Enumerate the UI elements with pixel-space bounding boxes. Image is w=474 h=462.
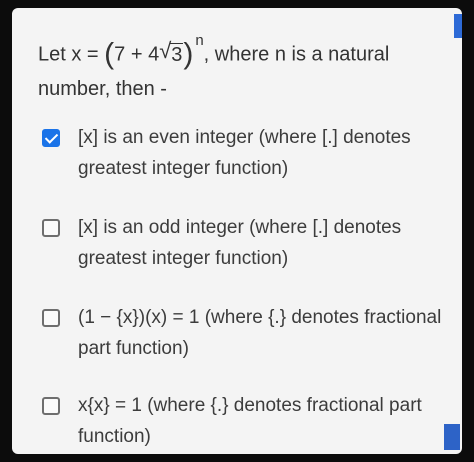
checkbox-empty-icon[interactable] [42, 219, 60, 237]
radicand: 3 [170, 42, 184, 66]
option-2[interactable]: [x] is an odd integer (where [.] denotes… [42, 212, 454, 274]
math-term: 7 + 4 [114, 43, 160, 66]
option-3[interactable]: (1 − {x})(x) = 1 (where {.} denotes frac… [42, 302, 454, 364]
checkbox-empty-icon[interactable] [42, 397, 60, 415]
scroll-indicator-bottom [444, 424, 460, 450]
question-lead: Let x = [38, 43, 105, 66]
question-text: Let x = (7 + 4 √ 3) n, where n is a natural… [38, 32, 458, 106]
option-3-label: (1 − {x})(x) = 1 (where {.} denotes frac… [78, 307, 442, 359]
exponent: n [195, 32, 204, 49]
square-root: √ 3 [159, 37, 184, 66]
math-expression: (7 + 4 √ 3) n [104, 32, 204, 71]
checkbox-checked-icon[interactable] [42, 129, 60, 147]
option-1[interactable]: [x] is an even integer (where [.] denote… [42, 122, 454, 184]
option-2-label: [x] is an odd integer (where [.] denotes… [78, 217, 402, 269]
checkbox-empty-icon[interactable] [42, 309, 60, 327]
question-card: Let x = (7 + 4 √ 3) n, where n is a natural… [12, 8, 462, 454]
option-4[interactable]: x{x} = 1 (where {.} denotes fractional p… [42, 390, 454, 452]
option-1-label: [x] is an even integer (where [.] denote… [78, 127, 411, 179]
option-4-label: x{x} = 1 (where {.} denotes fractional p… [78, 395, 422, 447]
